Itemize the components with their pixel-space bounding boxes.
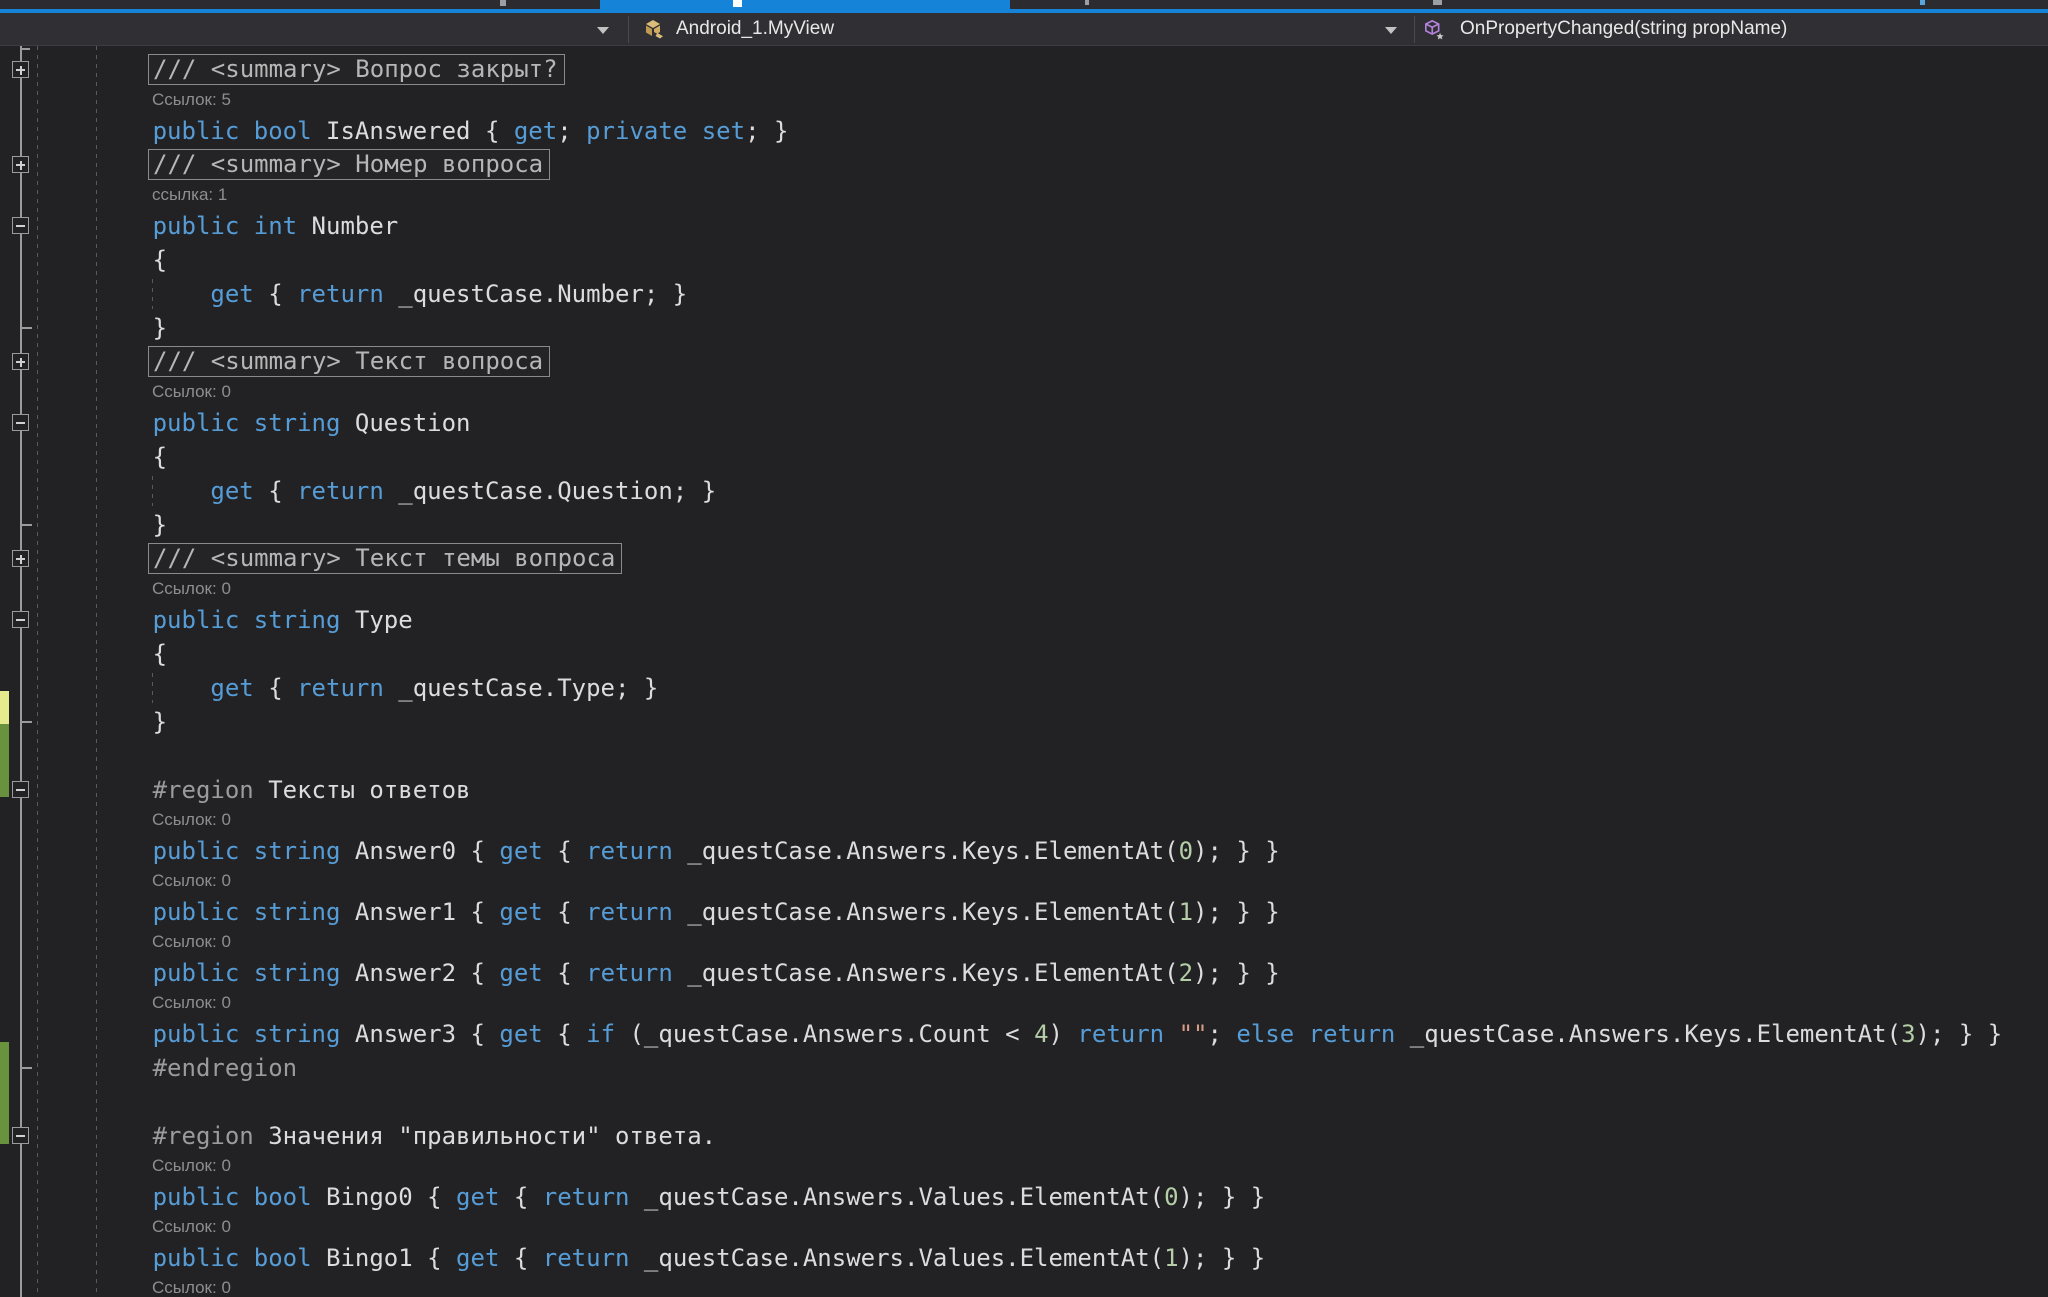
- codelens-link[interactable]: Ссылок: 0: [152, 993, 231, 1012]
- code-line: {: [0, 440, 2048, 474]
- tab-text-fragment: [1085, 0, 1089, 5]
- code-line: public string Answer2 { get { return _qu…: [0, 956, 2048, 990]
- type-dropdown[interactable]: Android_1.MyView: [676, 13, 834, 45]
- code-line: public bool Bingo1 { get { return _quest…: [0, 1241, 2048, 1275]
- tab-strip: [0, 0, 2048, 13]
- fold-end-tick: [21, 721, 32, 723]
- code-line: }: [0, 705, 2048, 739]
- tab-text-fragment: [733, 0, 742, 7]
- tab-text-fragment: [1433, 0, 1442, 5]
- code-line: {: [0, 637, 2048, 671]
- collapsed-summary-text[interactable]: /// <summary> Текст темы вопроса: [148, 543, 622, 574]
- code-line: public bool IsAnswered { get; private se…: [0, 114, 2048, 148]
- code-line: get { return _questCase.Question; }: [0, 474, 2048, 508]
- indent-guide: [152, 476, 153, 506]
- codelens-references[interactable]: Ссылок: 0: [0, 1153, 2048, 1180]
- member-dropdown-arrow-icon[interactable]: [1385, 27, 1397, 34]
- code-line: [0, 1085, 2048, 1119]
- fold-expand-icon[interactable]: [12, 550, 29, 567]
- code-line: #region Тексты ответов: [0, 773, 2048, 807]
- codelens-link[interactable]: Ссылок: 0: [152, 932, 231, 951]
- codelens-link[interactable]: Ссылок: 0: [152, 1217, 231, 1236]
- collapsed-doc-comment: /// <summary> Текст темы вопроса: [0, 542, 2048, 576]
- codelens-references[interactable]: Ссылок: 0: [0, 379, 2048, 406]
- code-line: public string Question: [0, 406, 2048, 440]
- nav-separator: [628, 16, 629, 43]
- code-editor[interactable]: /// <summary> Вопрос закрыт? Ссылок: 5 pu…: [0, 46, 2048, 1297]
- codelens-references[interactable]: Ссылок: 5: [0, 87, 2048, 114]
- method-icon: [1424, 19, 1446, 41]
- code-line: public string Answer3 { get { if (_quest…: [0, 1017, 2048, 1051]
- fold-collapse-icon[interactable]: [12, 611, 29, 628]
- fold-expand-icon[interactable]: [12, 156, 29, 173]
- class-icon: [644, 19, 666, 41]
- codelens-link[interactable]: Ссылок: 0: [152, 579, 231, 598]
- codelens-references[interactable]: Ссылок: 0: [0, 990, 2048, 1017]
- codelens-link[interactable]: Ссылок: 0: [152, 1156, 231, 1175]
- fold-collapse-icon[interactable]: [12, 1127, 29, 1144]
- indent-guide: [152, 673, 153, 703]
- codelens-references[interactable]: Ссылок: 0: [0, 868, 2048, 895]
- code-line: }: [0, 508, 2048, 542]
- codelens-references[interactable]: Ссылок: 0: [0, 807, 2048, 834]
- code-line: {: [0, 243, 2048, 277]
- code-line: }: [0, 311, 2048, 345]
- code-line: public string Answer0 { get { return _qu…: [0, 834, 2048, 868]
- navigation-bar: Android_1.MyView OnPropertyChanged(strin…: [0, 13, 2048, 46]
- code-line: public string Answer1 { get { return _qu…: [0, 895, 2048, 929]
- codelens-link[interactable]: Ссылок: 0: [152, 810, 231, 829]
- codelens-link[interactable]: Ссылок: 0: [152, 382, 231, 401]
- codelens-link[interactable]: Ссылок: 0: [152, 871, 231, 890]
- fold-collapse-icon[interactable]: [12, 414, 29, 431]
- collapsed-summary-text[interactable]: /// <summary> Вопрос закрыт?: [148, 54, 565, 85]
- codelens-references[interactable]: Ссылок: 0: [0, 576, 2048, 603]
- fold-collapse-icon[interactable]: [12, 781, 29, 798]
- codelens-references[interactable]: Ссылок: 0: [0, 929, 2048, 956]
- code-line: public int Number: [0, 209, 2048, 243]
- code-line: public string Type: [0, 603, 2048, 637]
- vs-code-editor-window: { "tab_strip": { "accent_color": "#1583d…: [0, 0, 2048, 1297]
- indent-guide: [152, 279, 153, 309]
- codelens-link[interactable]: Ссылок: 5: [152, 90, 231, 109]
- collapsed-doc-comment: /// <summary> Вопрос закрыт?: [0, 53, 2048, 87]
- code-line: public bool Bingo0 { get { return _quest…: [0, 1180, 2048, 1214]
- outlining-end-tick: [20, 48, 30, 50]
- codelens-references[interactable]: Ссылок: 0: [0, 1214, 2048, 1241]
- codelens-link[interactable]: Ссылок: 0: [152, 1278, 231, 1297]
- codelens-references[interactable]: ссылка: 1: [0, 182, 2048, 209]
- nav-separator: [1414, 16, 1415, 43]
- fold-end-tick: [21, 1067, 32, 1069]
- code-lines: /// <summary> Вопрос закрыт? Ссылок: 5 pu…: [0, 53, 2048, 1297]
- codelens-references[interactable]: Ссылок: 0: [0, 1275, 2048, 1297]
- code-line: get { return _questCase.Type; }: [0, 671, 2048, 705]
- collapsed-doc-comment: /// <summary> Номер вопроса: [0, 148, 2048, 182]
- code-line: [0, 739, 2048, 773]
- tab-text-fragment: [1920, 0, 1925, 5]
- code-line: get { return _questCase.Number; }: [0, 277, 2048, 311]
- fold-end-tick: [21, 524, 32, 526]
- fold-end-tick: [21, 327, 32, 329]
- collapsed-doc-comment: /// <summary> Текст вопроса: [0, 345, 2048, 379]
- collapsed-summary-text[interactable]: /// <summary> Текст вопроса: [148, 346, 550, 377]
- fold-collapse-icon[interactable]: [12, 217, 29, 234]
- collapsed-summary-text[interactable]: /// <summary> Номер вопроса: [148, 149, 550, 180]
- fold-expand-icon[interactable]: [12, 61, 29, 78]
- member-dropdown[interactable]: OnPropertyChanged(string propName): [1460, 13, 1787, 45]
- codelens-link[interactable]: ссылка: 1: [152, 185, 227, 204]
- project-dropdown-arrow-icon[interactable]: [597, 27, 609, 34]
- fold-expand-icon[interactable]: [12, 353, 29, 370]
- tab-text-fragment: [500, 0, 506, 6]
- code-line: #endregion: [0, 1051, 2048, 1085]
- code-line: #region Значения "правильности" ответа.: [0, 1119, 2048, 1153]
